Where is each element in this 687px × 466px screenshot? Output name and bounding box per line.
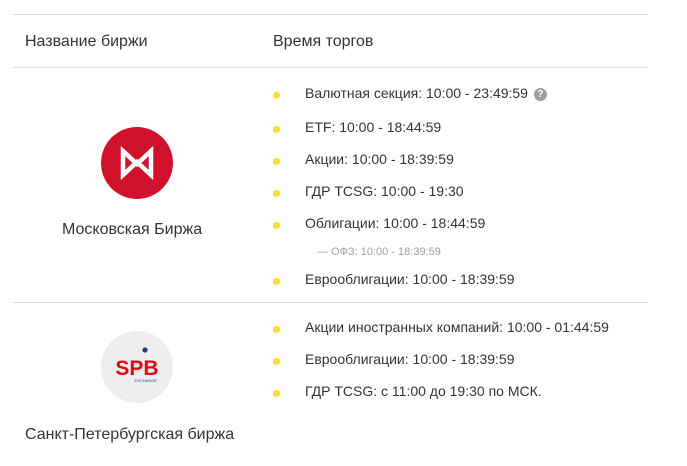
spb-logo-mark: SPB EXCHANGE — [115, 347, 159, 383]
item-text: Акции: 10:00 - 18:39:59 — [305, 151, 454, 167]
moex-logo-mark — [120, 145, 154, 181]
spb-exchange-logo-icon: SPB EXCHANGE — [101, 331, 173, 403]
bullet-icon — [273, 390, 280, 397]
header-divider — [13, 67, 648, 68]
bullet-icon — [273, 190, 280, 197]
item-text: Еврооблигации: 10:00 - 18:39:59 — [305, 271, 515, 287]
item-text: Валютная секция: 10:00 - 23:49:59 — [305, 85, 528, 101]
spb-logo-subtext: EXCHANGE — [135, 378, 158, 383]
item-text: ГДР TCSG: 10:00 - 19:30 — [305, 183, 464, 199]
item-text: Акции иностранных компаний: 10:00 - 01:4… — [305, 319, 609, 335]
item-text: ГДР TCSG: с 11:00 до 19:30 по МСК. — [305, 383, 542, 399]
column-header-exchange: Название биржи — [25, 33, 148, 50]
bullet-icon — [273, 126, 280, 133]
column-header-trading-hours: Время торгов — [273, 33, 374, 50]
bullet-icon — [273, 326, 280, 333]
item-text: ETF: 10:00 - 18:44:59 — [305, 119, 442, 135]
bullet-icon — [273, 92, 280, 99]
bullet-icon — [273, 358, 280, 365]
bullet-icon — [273, 222, 280, 229]
question-circle-icon[interactable]: ? — [533, 88, 547, 101]
item-text: Облигации: 10:00 - 18:44:59 — [305, 215, 486, 231]
exchange-name-moex: Московская Биржа — [62, 221, 203, 238]
spb-logo-text: SPB — [115, 357, 158, 380]
bullet-icon — [273, 278, 280, 285]
moex-logo-icon — [101, 127, 173, 199]
bullet-icon — [273, 158, 280, 165]
table-top-divider — [13, 14, 648, 15]
item-text: Еврооблигации: 10:00 - 18:39:59 — [305, 351, 515, 367]
row-divider — [13, 302, 648, 303]
exchange-name-spb: Санкт-Петербургская биржа — [25, 426, 235, 443]
sub-note-ofz: — ОФЗ: 10:00 - 18:39:59 — [317, 246, 441, 258]
